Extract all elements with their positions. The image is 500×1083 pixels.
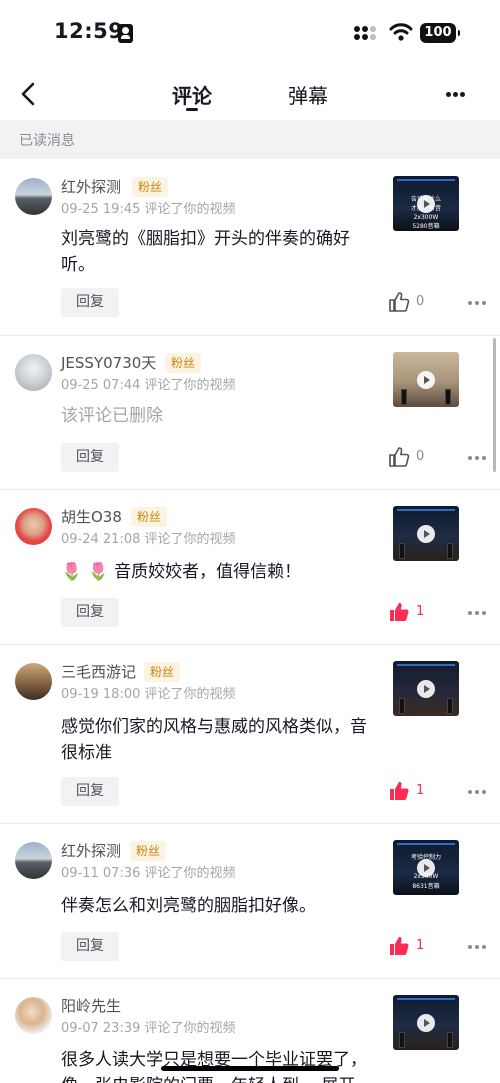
- read-messages-header: 已读消息: [0, 120, 500, 159]
- comment-meta: 09-07 23:39 评论了你的视频: [61, 1021, 236, 1036]
- active-tab-indicator: [186, 108, 198, 111]
- comment-meta: 09-25 07:44 评论了你的视频: [61, 378, 236, 393]
- avatar[interactable]: [15, 178, 52, 215]
- like-count: 0: [416, 449, 425, 464]
- avatar[interactable]: [15, 354, 52, 391]
- id-card-icon: [118, 24, 133, 43]
- reply-button[interactable]: 回复: [61, 598, 119, 627]
- play-icon: [417, 1014, 435, 1032]
- battery-icon: 100: [420, 23, 460, 43]
- tab-danmaku[interactable]: 弹幕: [288, 80, 328, 109]
- comment-username[interactable]: 阳岭先生: [61, 995, 121, 1016]
- comment-text: 伴奏怎么和刘亮鹭的胭脂扣好像。: [61, 896, 316, 916]
- wifi-icon: [389, 23, 413, 41]
- video-thumbnail[interactable]: 考验控制力 2x300W 8631音箱: [393, 840, 459, 895]
- thumb-caption: 5280音箱: [412, 223, 440, 230]
- reply-button[interactable]: 回复: [61, 932, 119, 961]
- comment-username[interactable]: 红外探测: [61, 840, 121, 861]
- play-icon: [417, 680, 435, 698]
- thumbs-up-icon: [389, 447, 410, 467]
- comment-item: 红外探测 粉丝 09-11 07:36 评论了你的视频 伴奏怎么和刘亮鹭的胭脂扣…: [0, 824, 500, 979]
- reply-button[interactable]: 回复: [61, 777, 119, 806]
- like-button[interactable]: 1: [388, 601, 432, 625]
- comment-more-icon[interactable]: [466, 611, 486, 619]
- avatar[interactable]: [15, 997, 52, 1034]
- comment-text: 🌷 🌷 音质姣姣者，值得信赖！: [61, 562, 302, 582]
- top-nav: 评论 弹幕: [0, 66, 500, 120]
- reply-button[interactable]: 回复: [61, 288, 119, 317]
- comment-username[interactable]: 三毛西游记: [61, 661, 136, 682]
- like-count: 1: [416, 938, 425, 953]
- comment-more-icon[interactable]: [466, 301, 486, 309]
- like-button[interactable]: 1: [388, 935, 432, 959]
- video-thumbnail[interactable]: [393, 661, 459, 716]
- comment-username[interactable]: JESSY0730天: [61, 352, 156, 373]
- thumb-caption: 8631音箱: [412, 883, 440, 890]
- comment-meta: 09-24 21:08 评论了你的视频: [61, 532, 236, 547]
- thumb-caption: 2x300W: [413, 214, 439, 221]
- tab-comments[interactable]: 评论: [172, 80, 212, 109]
- scrollbar[interactable]: [493, 338, 496, 472]
- fan-badge: 粉丝: [130, 841, 167, 861]
- comment-username[interactable]: 红外探测: [61, 176, 121, 197]
- avatar[interactable]: [15, 663, 52, 700]
- fan-badge: 粉丝: [144, 662, 181, 682]
- avatar[interactable]: [15, 842, 52, 879]
- avatar[interactable]: [15, 508, 52, 545]
- comment-more-icon[interactable]: [466, 456, 486, 464]
- play-icon: [417, 195, 435, 213]
- home-indicator[interactable]: [161, 1066, 339, 1071]
- thumbs-up-filled-icon: [390, 603, 409, 621]
- like-button[interactable]: 0: [388, 291, 432, 315]
- video-thumbnail[interactable]: 告诉你什么 才能在听音 2x300W 5280音箱: [393, 176, 459, 231]
- thumbs-up-filled-icon: [390, 937, 409, 955]
- cellular-signal-icon: [354, 26, 380, 42]
- comment-meta: 09-25 19:45 评论了你的视频: [61, 202, 236, 217]
- comment-more-icon[interactable]: [466, 790, 486, 798]
- video-thumbnail[interactable]: [393, 352, 459, 407]
- thumbs-up-icon: [389, 292, 410, 312]
- play-icon: [417, 859, 435, 877]
- fan-badge: 粉丝: [165, 353, 202, 373]
- comment-item: 三毛西游记 粉丝 09-19 18:00 评论了你的视频 感觉你们家的风格与惠威…: [0, 645, 500, 824]
- fan-badge: 粉丝: [132, 177, 169, 197]
- comment-item: JESSY0730天 粉丝 09-25 07:44 评论了你的视频 该评论已删除…: [0, 336, 500, 490]
- video-thumbnail[interactable]: [393, 995, 459, 1050]
- back-arrow-icon[interactable]: [16, 80, 42, 108]
- status-bar: 12:59 100: [0, 0, 500, 66]
- comment-item: 红外探测 粉丝 09-25 19:45 评论了你的视频 刘亮鹭的《胭脂扣》开头的…: [0, 160, 500, 336]
- comment-item: 胡生O38 粉丝 09-24 21:08 评论了你的视频 🌷 🌷 音质姣姣者，值…: [0, 490, 500, 645]
- play-icon: [417, 371, 435, 389]
- comment-more-icon[interactable]: [466, 945, 486, 953]
- comment-text: 很多人读大学只是想要一个毕业证罢了，像一张电影院的门票，年轻人到… 展开: [61, 1050, 367, 1083]
- like-count: 1: [416, 783, 425, 798]
- comment-text: 该评论已删除: [61, 406, 163, 426]
- play-icon: [417, 525, 435, 543]
- comment-meta: 09-11 07:36 评论了你的视频: [61, 866, 236, 881]
- comment-text: 刘亮鹭的《胭脂扣》开头的伴奏的确好听。: [61, 229, 350, 275]
- fan-badge: 粉丝: [131, 507, 168, 527]
- like-button[interactable]: 1: [388, 780, 432, 804]
- comment-username[interactable]: 胡生O38: [61, 506, 122, 527]
- comment-meta: 09-19 18:00 评论了你的视频: [61, 687, 236, 702]
- more-options-icon[interactable]: [440, 92, 470, 100]
- like-button[interactable]: 0: [388, 446, 432, 470]
- like-count: 0: [416, 294, 425, 309]
- section-title: 已读消息: [19, 133, 75, 149]
- comment-text: 感觉你们家的风格与惠威的风格类似，音很标准: [61, 717, 367, 763]
- reply-button[interactable]: 回复: [61, 443, 119, 472]
- like-count: 1: [416, 604, 425, 619]
- video-thumbnail[interactable]: [393, 506, 459, 561]
- status-time: 12:59: [54, 19, 124, 43]
- thumbs-up-filled-icon: [390, 782, 409, 800]
